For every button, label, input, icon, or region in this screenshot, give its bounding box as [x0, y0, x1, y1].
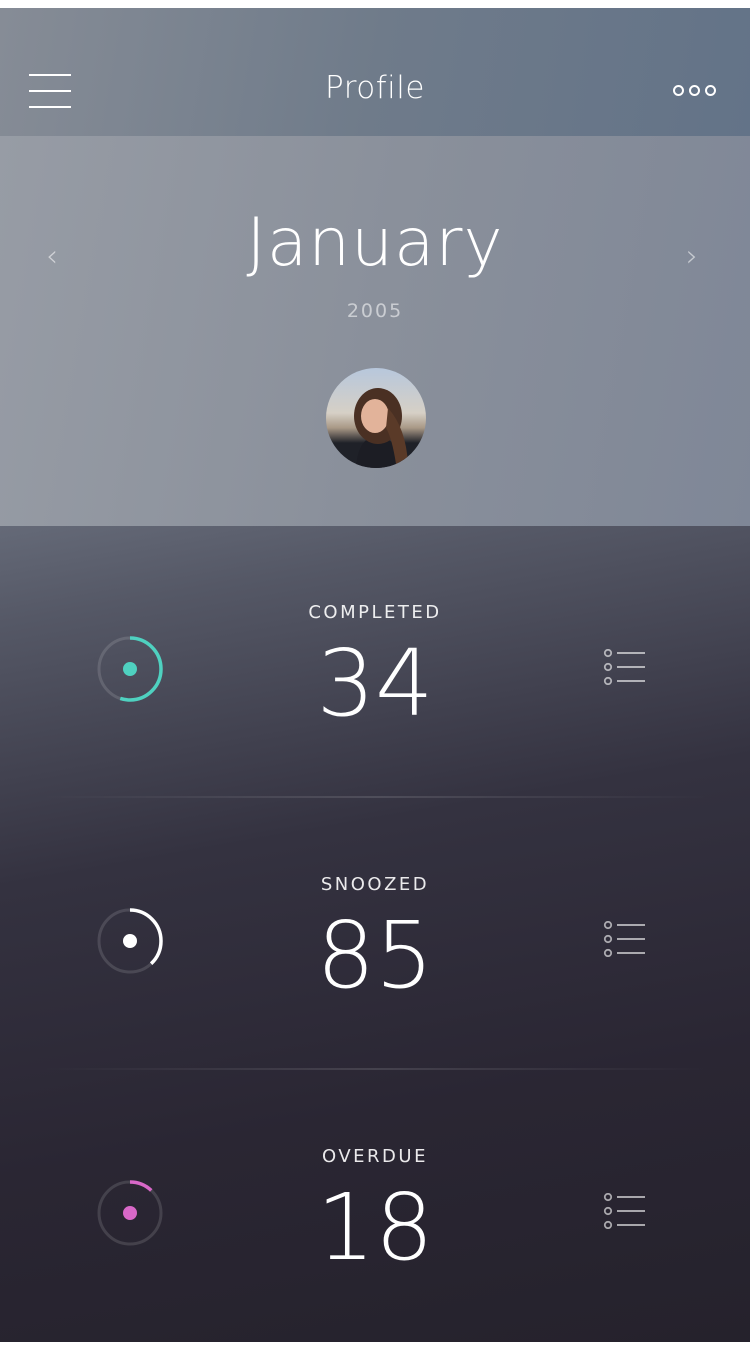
- chevron-right-icon[interactable]: ›: [686, 239, 698, 274]
- avatar[interactable]: [326, 368, 426, 468]
- month-title: January: [246, 204, 504, 281]
- stat-label: OVERDUE: [322, 1146, 428, 1167]
- list-icon[interactable]: [603, 921, 645, 957]
- month-hero: ‹ January › 2005: [0, 136, 750, 526]
- stat-row-snoozed: SNOOZED 85: [0, 798, 750, 1070]
- nav-header: Profile: [0, 8, 750, 136]
- avatar-photo: [354, 388, 408, 468]
- list-icon[interactable]: [603, 1193, 645, 1229]
- profile-screen: Profile ‹ January › 2005 COMPLETED 34 SN…: [0, 8, 750, 1342]
- more-dots-icon[interactable]: [673, 85, 716, 96]
- stat-row-overdue: OVERDUE 18: [0, 1070, 750, 1342]
- year-label: 2005: [346, 300, 404, 322]
- stat-row-completed: COMPLETED 34: [0, 526, 750, 798]
- list-icon[interactable]: [603, 649, 645, 685]
- stat-label: COMPLETED: [308, 602, 442, 623]
- stat-label: SNOOZED: [320, 874, 430, 895]
- page-title: Profile: [325, 70, 425, 106]
